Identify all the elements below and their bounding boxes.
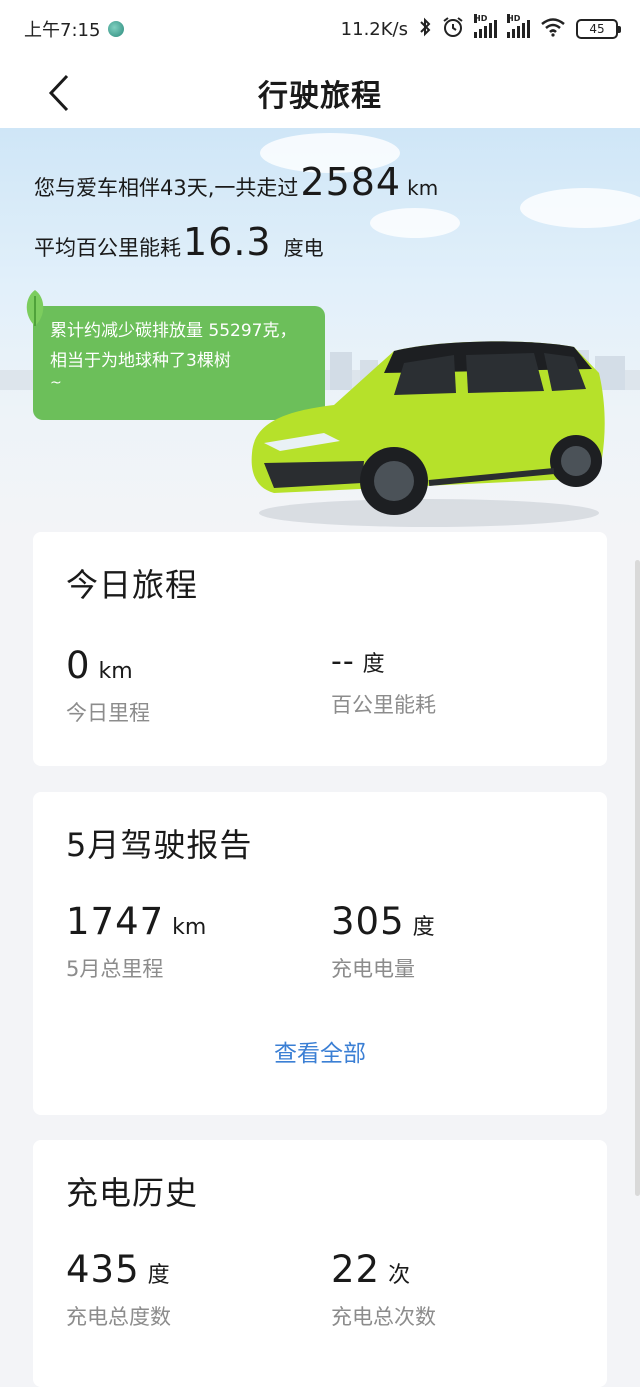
back-button[interactable]	[38, 72, 80, 114]
avg-energy-unit: 度电	[283, 236, 324, 260]
charging-total-kwh-value: 435	[66, 1248, 140, 1291]
summary-text: 您与爱车相伴43天,一共走过	[34, 176, 299, 200]
monthly-charge-unit: 度	[412, 915, 435, 940]
charging-history-title: 充电历史	[66, 1174, 199, 1212]
monthly-charge-label: 充电电量	[331, 957, 415, 981]
monthly-charge-stat: 305 度 充电电量	[331, 900, 435, 983]
today-mileage-value: 0	[66, 644, 91, 687]
monthly-report-card: 5月驾驶报告 1747 km 5月总里程 305 度 充电电量 查看全部	[33, 792, 607, 1115]
summary-banner: 您与爱车相伴43天,一共走过 2584 km 平均百公里能耗 16.3 度电 累…	[0, 128, 640, 530]
total-mileage-unit: km	[407, 176, 439, 200]
avg-energy: 16.3	[183, 220, 272, 264]
today-trip-title: 今日旅程	[66, 566, 199, 604]
today-energy-label: 百公里能耗	[331, 693, 436, 717]
network-speed: 11.2K/s	[340, 18, 408, 40]
alarm-icon	[442, 16, 464, 43]
monthly-mileage-value: 1747	[66, 900, 165, 943]
today-mileage-label: 今日里程	[66, 701, 150, 725]
chevron-left-icon	[48, 74, 69, 112]
charging-history-card: 充电历史 435 度 充电总度数 22 次 充电总次数	[33, 1140, 607, 1387]
wifi-icon	[540, 17, 566, 42]
today-energy-unit: 度	[362, 652, 385, 677]
energy-text: 平均百公里能耗	[34, 236, 181, 260]
charging-total-count-value: 22	[331, 1248, 381, 1291]
today-mileage-stat: 0 km 今日里程	[66, 644, 150, 727]
status-bar: 上午7:15 11.2K/s HD HD 45	[0, 0, 640, 58]
summary-line-mileage: 您与爱车相伴43天,一共走过 2584 km	[34, 160, 438, 204]
car-image	[251, 341, 605, 527]
signal-hd-icon: HD	[507, 14, 530, 38]
battery-icon: 45	[576, 19, 621, 39]
monthly-mileage-label: 5月总里程	[66, 957, 164, 981]
scrollbar[interactable]	[635, 560, 640, 1196]
summary-line-energy: 平均百公里能耗 16.3 度电	[34, 220, 324, 264]
leaf-icon	[26, 290, 44, 326]
today-trip-card: 今日旅程 0 km 今日里程 -- 度 百公里能耗	[33, 532, 607, 766]
monthly-mileage-stat: 1747 km 5月总里程	[66, 900, 206, 983]
today-mileage-unit: km	[98, 659, 133, 684]
signal-hd-icon: HD	[474, 14, 497, 38]
charging-total-kwh-stat: 435 度 充电总度数	[66, 1248, 171, 1331]
view-all-link[interactable]: 查看全部	[33, 1034, 607, 1068]
charging-total-count-unit: 次	[388, 1263, 411, 1288]
charging-total-kwh-label: 充电总度数	[66, 1305, 171, 1329]
monthly-charge-value: 305	[331, 900, 405, 943]
nav-bar: 行驶旅程	[0, 58, 640, 128]
today-energy-value: --	[331, 644, 355, 679]
app-notification-icon	[108, 21, 125, 37]
bluetooth-icon	[418, 17, 432, 42]
monthly-report-title: 5月驾驶报告	[66, 826, 253, 864]
charging-total-count-label: 充电总次数	[331, 1305, 436, 1329]
monthly-mileage-unit: km	[172, 915, 207, 940]
charging-total-count-stat: 22 次 充电总次数	[331, 1248, 436, 1331]
page-title: 行驶旅程	[258, 79, 382, 114]
today-energy-stat: -- 度 百公里能耗	[331, 644, 436, 719]
status-time: 上午7:15	[24, 20, 101, 41]
battery-level: 45	[589, 22, 605, 36]
charging-total-kwh-unit: 度	[147, 1263, 170, 1288]
total-mileage: 2584	[300, 160, 402, 204]
